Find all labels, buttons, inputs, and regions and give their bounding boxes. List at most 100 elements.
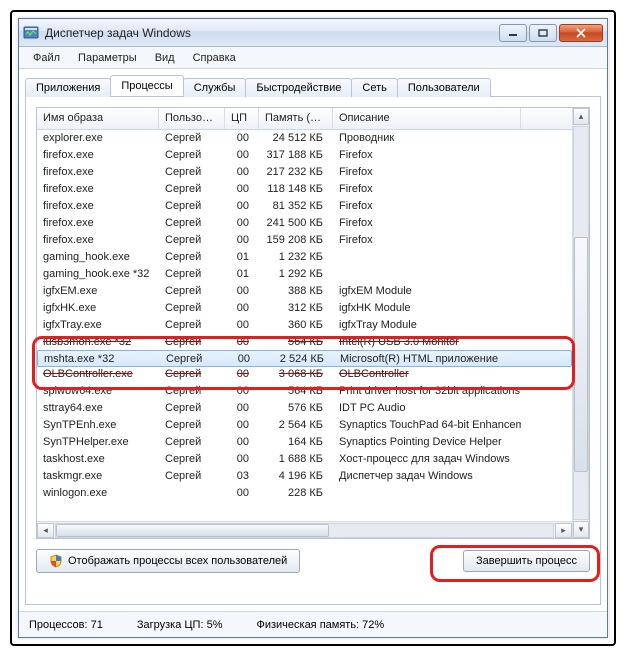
cell-user: Сергей xyxy=(159,232,225,249)
table-row[interactable]: gaming_hook.exeСергей011 232 КБ xyxy=(37,249,572,266)
table-row[interactable]: firefox.exeСергей00217 232 КБFirefox xyxy=(37,164,572,181)
table-row[interactable]: SynTPHelper.exeСергей00164 КБSynaptics P… xyxy=(37,434,572,451)
cell-user xyxy=(159,485,225,502)
minimize-button[interactable] xyxy=(499,24,527,42)
cell-name: firefox.exe xyxy=(37,215,159,232)
cell-cpu: 00 xyxy=(225,232,259,249)
cell-desc: Диспетчер задач Windows xyxy=(333,468,521,485)
window-title: Диспетчер задач Windows xyxy=(45,26,499,40)
cell-name: mshta.exe *32 xyxy=(38,351,160,366)
cell-cpu: 00 xyxy=(225,400,259,417)
cell-name: igfxHK.exe xyxy=(37,300,159,317)
show-all-users-label: Отображать процессы всех пользователей xyxy=(68,555,287,567)
cell-name: firefox.exe xyxy=(37,181,159,198)
tab-processes[interactable]: Процессы xyxy=(110,75,183,96)
cell-cpu: 00 xyxy=(225,334,259,351)
maximize-button[interactable] xyxy=(529,24,557,42)
cell-desc: IDT PC Audio xyxy=(333,400,521,417)
cell-user: Сергей xyxy=(159,451,225,468)
cell-mem: 164 КБ xyxy=(259,434,333,451)
tab-services[interactable]: Службы xyxy=(183,78,247,97)
cell-mem: 118 148 КБ xyxy=(259,181,333,198)
cell-user: Сергей xyxy=(159,300,225,317)
cell-mem: 2 524 КБ xyxy=(260,351,334,366)
menu-view[interactable]: Вид xyxy=(147,50,183,66)
col-memory[interactable]: Память (… xyxy=(259,108,333,129)
cell-cpu: 00 xyxy=(225,181,259,198)
table-row[interactable]: firefox.exeСергей00159 208 КБFirefox xyxy=(37,232,572,249)
cell-cpu: 00 xyxy=(225,198,259,215)
menu-help[interactable]: Справка xyxy=(185,50,244,66)
table-row[interactable]: explorer.exeСергей0024 512 КБПроводник xyxy=(37,130,572,147)
show-all-users-button[interactable]: Отображать процессы всех пользователей xyxy=(36,549,300,573)
cell-user: Сергей xyxy=(160,351,226,366)
cell-desc: igfxHK Module xyxy=(333,300,521,317)
table-row[interactable]: firefox.exeСергей0081 352 КБFirefox xyxy=(37,198,572,215)
cell-mem: 24 512 КБ xyxy=(259,130,333,147)
scroll-left-icon[interactable]: ◂ xyxy=(37,523,54,538)
hscroll-thumb[interactable] xyxy=(56,524,329,537)
cell-desc: igfxEM Module xyxy=(333,283,521,300)
end-process-button[interactable]: Завершить процесс xyxy=(463,550,590,572)
vscroll-thumb[interactable] xyxy=(574,237,588,472)
table-row[interactable]: taskhost.exeСергей001 688 КБХост-процесс… xyxy=(37,451,572,468)
table-row[interactable]: OLBController.exeСергей003 068 КБOLBCont… xyxy=(37,366,572,383)
cell-cpu: 00 xyxy=(225,147,259,164)
cell-user: Сергей xyxy=(159,130,225,147)
cell-desc: igfxTray Module xyxy=(333,317,521,334)
cell-user: Сергей xyxy=(159,249,225,266)
table-row[interactable]: igfxEM.exeСергей00388 КБigfxEM Module xyxy=(37,283,572,300)
tab-body: Имя образа Пользо… ЦП Память (… Описание… xyxy=(25,97,601,605)
table-row[interactable]: iusb3mon.exe *32Сергей00564 КБIntel(R) U… xyxy=(37,334,572,351)
cell-name: gaming_hook.exe *32 xyxy=(37,266,159,283)
col-description[interactable]: Описание xyxy=(333,108,521,129)
scroll-down-icon[interactable]: ▾ xyxy=(573,521,589,538)
table-row[interactable]: winlogon.exe00228 КБ xyxy=(37,485,572,502)
app-icon xyxy=(23,25,39,41)
table-row[interactable]: SynTPEnh.exeСергей002 564 КБSynaptics To… xyxy=(37,417,572,434)
tab-network[interactable]: Сеть xyxy=(351,78,397,97)
cell-mem: 217 232 КБ xyxy=(259,164,333,181)
table-row[interactable]: taskmgr.exeСергей034 196 КБДиспетчер зад… xyxy=(37,468,572,485)
table-row[interactable]: igfxTray.exeСергей00360 КБigfxTray Modul… xyxy=(37,317,572,334)
col-image-name[interactable]: Имя образа xyxy=(37,108,159,129)
status-processes: Процессов: 71 xyxy=(29,619,103,631)
close-button[interactable] xyxy=(559,24,603,42)
table-row[interactable]: firefox.exeСергей00241 500 КБFirefox xyxy=(37,215,572,232)
menu-options[interactable]: Параметры xyxy=(70,50,145,66)
scroll-right-icon[interactable]: ▸ xyxy=(555,523,572,538)
tab-applications[interactable]: Приложения xyxy=(25,78,111,97)
titlebar[interactable]: Диспетчер задач Windows xyxy=(19,19,607,47)
col-user[interactable]: Пользо… xyxy=(159,108,225,129)
cell-cpu: 00 xyxy=(225,366,259,383)
table-row[interactable]: splwow64.exeСергей00564 КБPrint driver h… xyxy=(37,383,572,400)
cell-user: Сергей xyxy=(159,283,225,300)
cell-user: Сергей xyxy=(159,266,225,283)
table-row[interactable]: gaming_hook.exe *32Сергей011 292 КБ xyxy=(37,266,572,283)
cell-mem: 312 КБ xyxy=(259,300,333,317)
tab-users[interactable]: Пользователи xyxy=(397,78,491,97)
cell-desc: OLBController xyxy=(333,366,521,383)
scroll-up-icon[interactable]: ▴ xyxy=(573,108,589,125)
table-row[interactable]: firefox.exeСергей00317 188 КБFirefox xyxy=(37,147,572,164)
cell-desc: Synaptics Pointing Device Helper xyxy=(333,434,521,451)
menu-file[interactable]: Файл xyxy=(25,50,68,66)
tabs: Приложения Процессы Службы Быстродействи… xyxy=(25,75,601,97)
tab-performance[interactable]: Быстродействие xyxy=(245,78,352,97)
table-row[interactable]: mshta.exe *32Сергей002 524 КБMicrosoft(R… xyxy=(37,350,572,367)
cell-mem: 159 208 КБ xyxy=(259,232,333,249)
table-row[interactable]: firefox.exeСергей00118 148 КБFirefox xyxy=(37,181,572,198)
list-header: Имя образа Пользо… ЦП Память (… Описание xyxy=(37,108,572,130)
cell-name: igfxTray.exe xyxy=(37,317,159,334)
table-row[interactable]: sttray64.exeСергей00576 КБIDT PC Audio xyxy=(37,400,572,417)
shield-icon xyxy=(49,554,63,568)
horizontal-scrollbar[interactable]: ◂ ▸ xyxy=(37,521,572,538)
col-cpu[interactable]: ЦП xyxy=(225,108,259,129)
cell-desc: Intel(R) USB 3.0 Monitor xyxy=(333,334,521,351)
cell-user: Сергей xyxy=(159,181,225,198)
table-row[interactable]: igfxHK.exeСергей00312 КБigfxHK Module xyxy=(37,300,572,317)
cell-cpu: 03 xyxy=(225,468,259,485)
cell-mem: 1 232 КБ xyxy=(259,249,333,266)
vertical-scrollbar[interactable]: ▴ ▾ xyxy=(572,108,589,538)
task-manager-window: Диспетчер задач Windows Файл Параметры В… xyxy=(18,18,608,638)
